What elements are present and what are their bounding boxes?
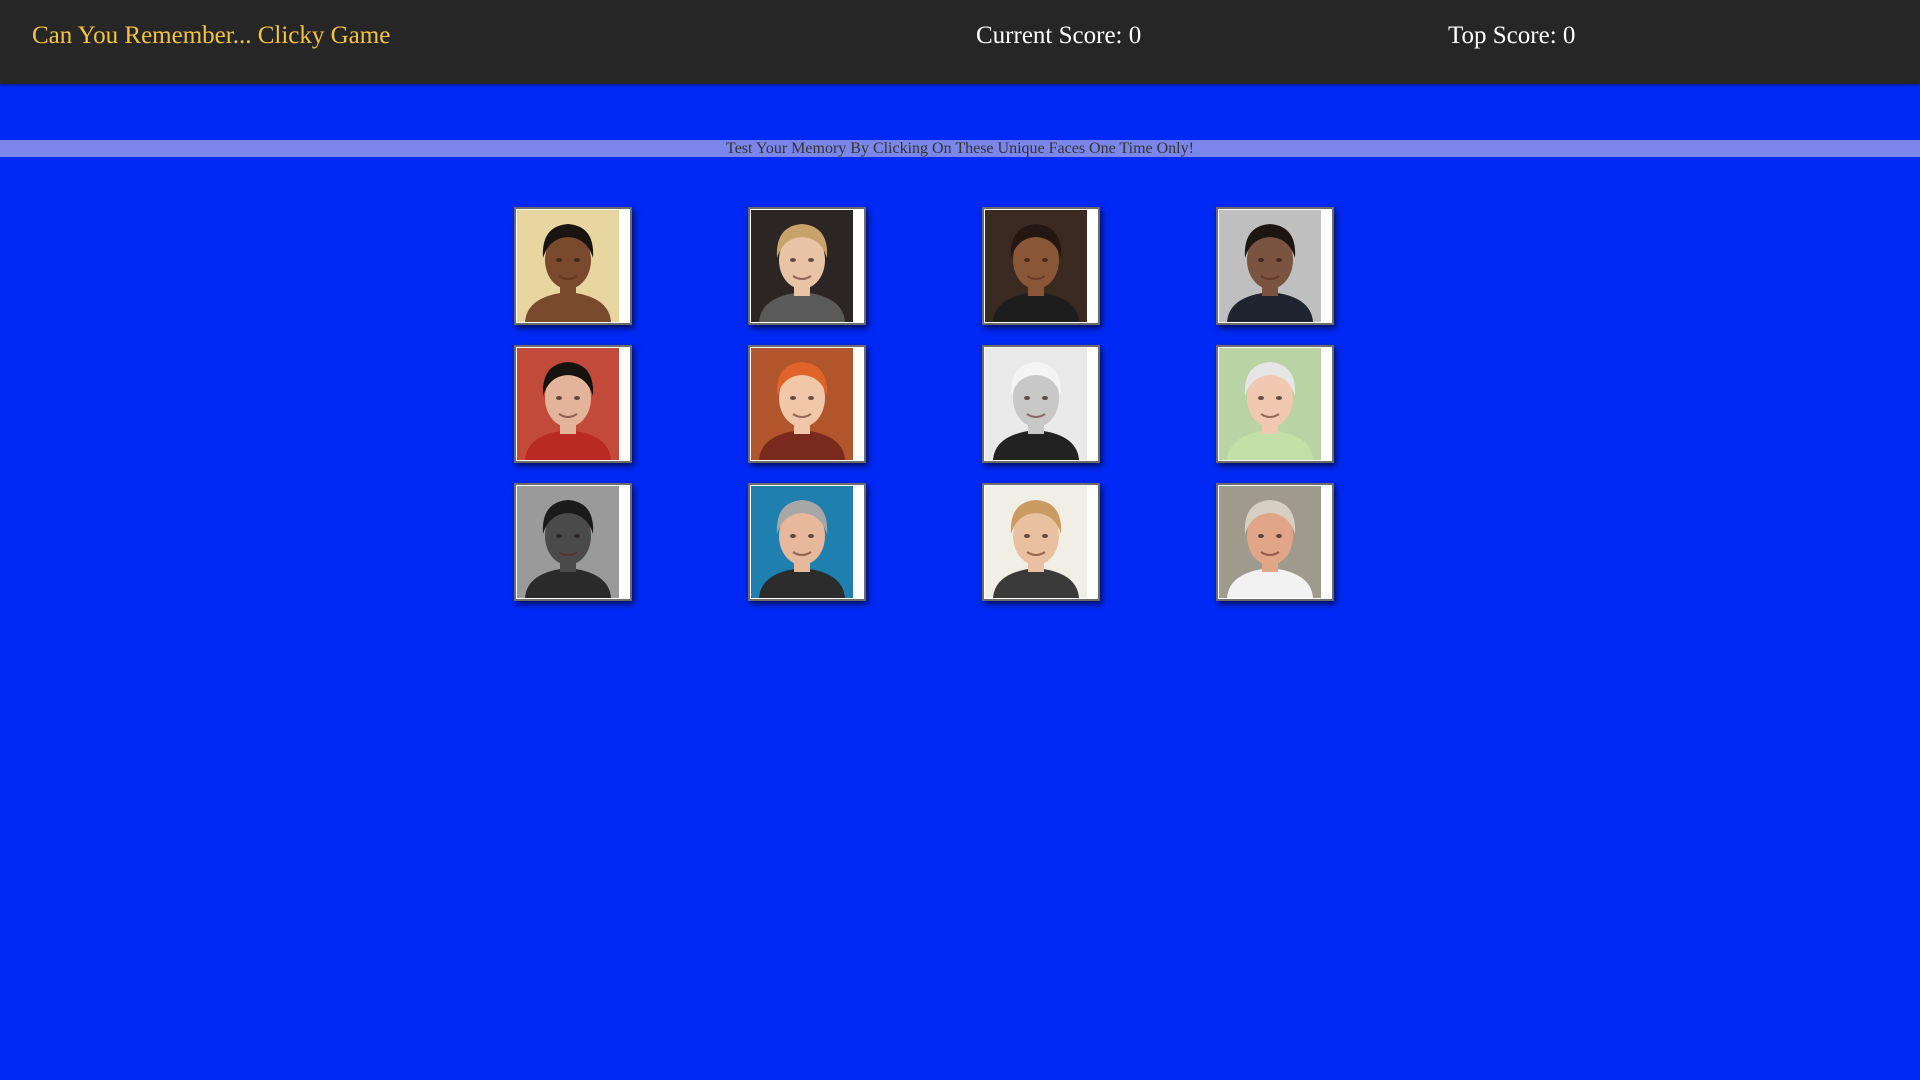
face-card-7[interactable] — [982, 345, 1100, 463]
face-card-4[interactable] — [1216, 207, 1334, 325]
face-card-8[interactable] — [1216, 345, 1334, 463]
face-portrait-image — [1219, 348, 1321, 460]
face-card-2[interactable] — [748, 207, 866, 325]
face-portrait-image — [517, 486, 619, 598]
face-card-9[interactable] — [514, 483, 632, 601]
face-card-1[interactable] — [514, 207, 632, 325]
face-portrait-image — [751, 210, 853, 322]
face-portrait-image — [985, 486, 1087, 598]
face-portrait-image — [985, 210, 1087, 322]
face-card-3[interactable] — [982, 207, 1100, 325]
face-portrait-image — [985, 348, 1087, 460]
face-card-5[interactable] — [514, 345, 632, 463]
face-portrait-image — [751, 486, 853, 598]
face-portrait-image — [1219, 210, 1321, 322]
face-portrait-image — [751, 348, 853, 460]
face-card-grid — [0, 0, 1920, 1080]
face-card-10[interactable] — [748, 483, 866, 601]
face-portrait-image — [517, 348, 619, 460]
face-portrait-image — [517, 210, 619, 322]
face-card-6[interactable] — [748, 345, 866, 463]
face-portrait-image — [1219, 486, 1321, 598]
face-card-11[interactable] — [982, 483, 1100, 601]
face-card-12[interactable] — [1216, 483, 1334, 601]
